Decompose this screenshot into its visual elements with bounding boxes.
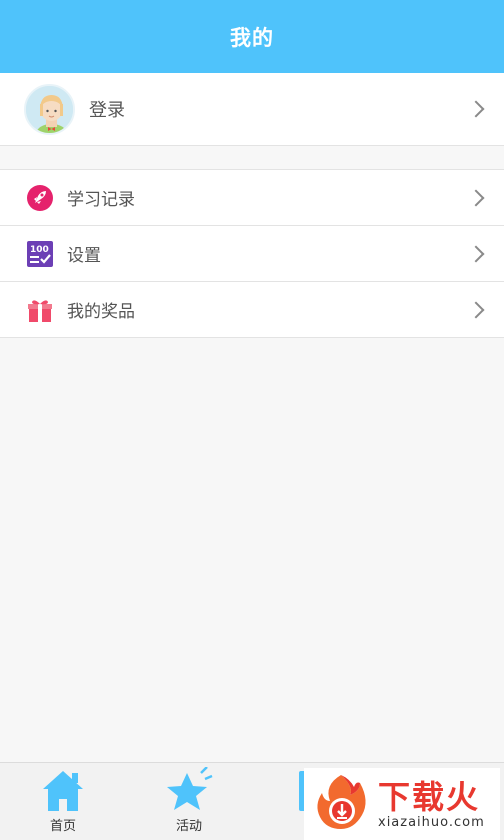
menu-item-study-record[interactable]: 学习记录 bbox=[0, 170, 504, 226]
star-icon bbox=[165, 765, 213, 813]
avatar bbox=[24, 83, 75, 135]
rocket-icon bbox=[26, 184, 54, 212]
nav-label: 活动 bbox=[175, 819, 202, 834]
chevron-right-icon bbox=[467, 189, 485, 206]
nav-item-activity[interactable]: 活动 bbox=[126, 763, 252, 840]
chevron-right-icon bbox=[467, 245, 485, 262]
menu-item-my-prizes[interactable]: 我的奖品 bbox=[0, 282, 504, 338]
watermark: 下载火 xiazaihuo.com bbox=[304, 768, 500, 840]
nav-item-home[interactable]: 首页 bbox=[0, 763, 126, 840]
settings-menu: 学习记录 100 设置 我的奖品 bbox=[0, 169, 504, 338]
header-bar: 我的 bbox=[0, 0, 504, 73]
page-title: 我的 bbox=[230, 25, 274, 50]
menu-item-settings[interactable]: 100 设置 bbox=[0, 226, 504, 282]
watermark-title: 下载火 bbox=[378, 777, 481, 816]
watermark-text: 下载火 xiazaihuo.com bbox=[378, 779, 485, 830]
watermark-url: xiazaihuo.com bbox=[378, 814, 485, 830]
score-100-icon: 100 bbox=[26, 240, 54, 268]
app: 我的 登录 学习记录 100 设置 我的奖品 首页 活动 下载火 xiazaih… bbox=[0, 0, 504, 840]
svg-text:100: 100 bbox=[30, 245, 49, 255]
home-icon bbox=[39, 765, 87, 813]
chevron-right-icon bbox=[467, 301, 485, 318]
menu-item-label: 我的奖品 bbox=[67, 302, 135, 322]
gift-icon bbox=[26, 296, 54, 324]
flame-logo-icon bbox=[310, 771, 372, 837]
nav-label: 首页 bbox=[49, 819, 76, 834]
menu-item-label: 学习记录 bbox=[67, 190, 135, 210]
login-label: 登录 bbox=[89, 100, 125, 121]
chevron-right-icon bbox=[467, 100, 485, 118]
default-avatar-icon bbox=[26, 85, 73, 133]
login-row[interactable]: 登录 bbox=[0, 73, 504, 146]
menu-item-label: 设置 bbox=[67, 246, 101, 266]
